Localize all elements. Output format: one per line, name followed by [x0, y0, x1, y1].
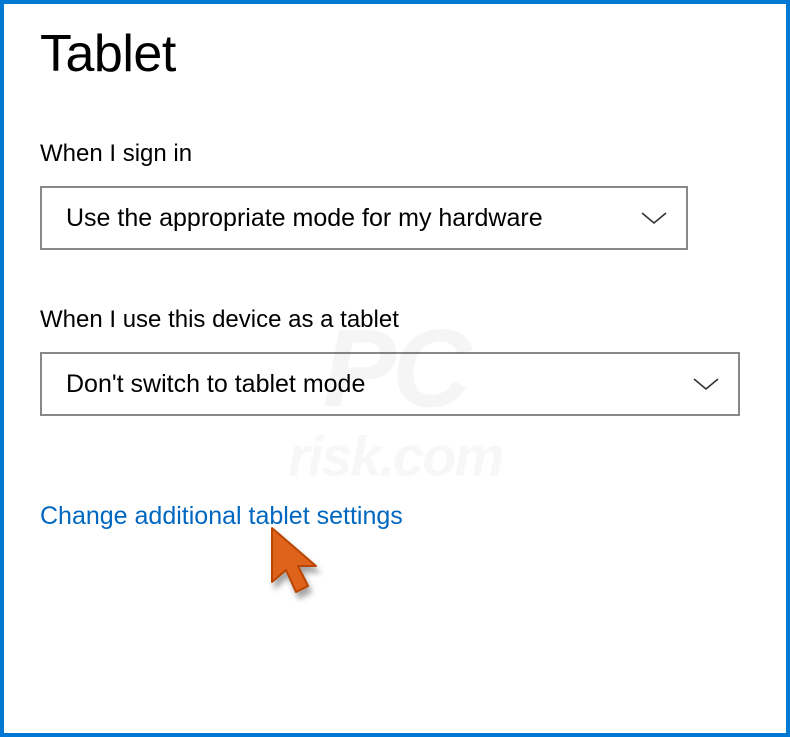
- use-as-tablet-dropdown[interactable]: Don't switch to tablet mode: [40, 352, 740, 416]
- signin-label: When I sign in: [40, 140, 750, 168]
- signin-dropdown-value: Use the appropriate mode for my hardware: [66, 204, 543, 233]
- use-as-tablet-dropdown-value: Don't switch to tablet mode: [66, 370, 365, 399]
- settings-panel: PC risk.com Tablet When I sign in Use th…: [0, 0, 790, 737]
- change-additional-tablet-settings-link[interactable]: Change additional tablet settings: [40, 502, 403, 531]
- watermark-sub: risk.com: [288, 423, 502, 488]
- annotation-cursor-icon: [260, 524, 340, 629]
- chevron-down-icon: [640, 210, 668, 226]
- use-as-tablet-label: When I use this device as a tablet: [40, 306, 750, 334]
- page-title: Tablet: [40, 24, 750, 84]
- chevron-down-icon: [692, 376, 720, 392]
- signin-dropdown[interactable]: Use the appropriate mode for my hardware: [40, 186, 688, 250]
